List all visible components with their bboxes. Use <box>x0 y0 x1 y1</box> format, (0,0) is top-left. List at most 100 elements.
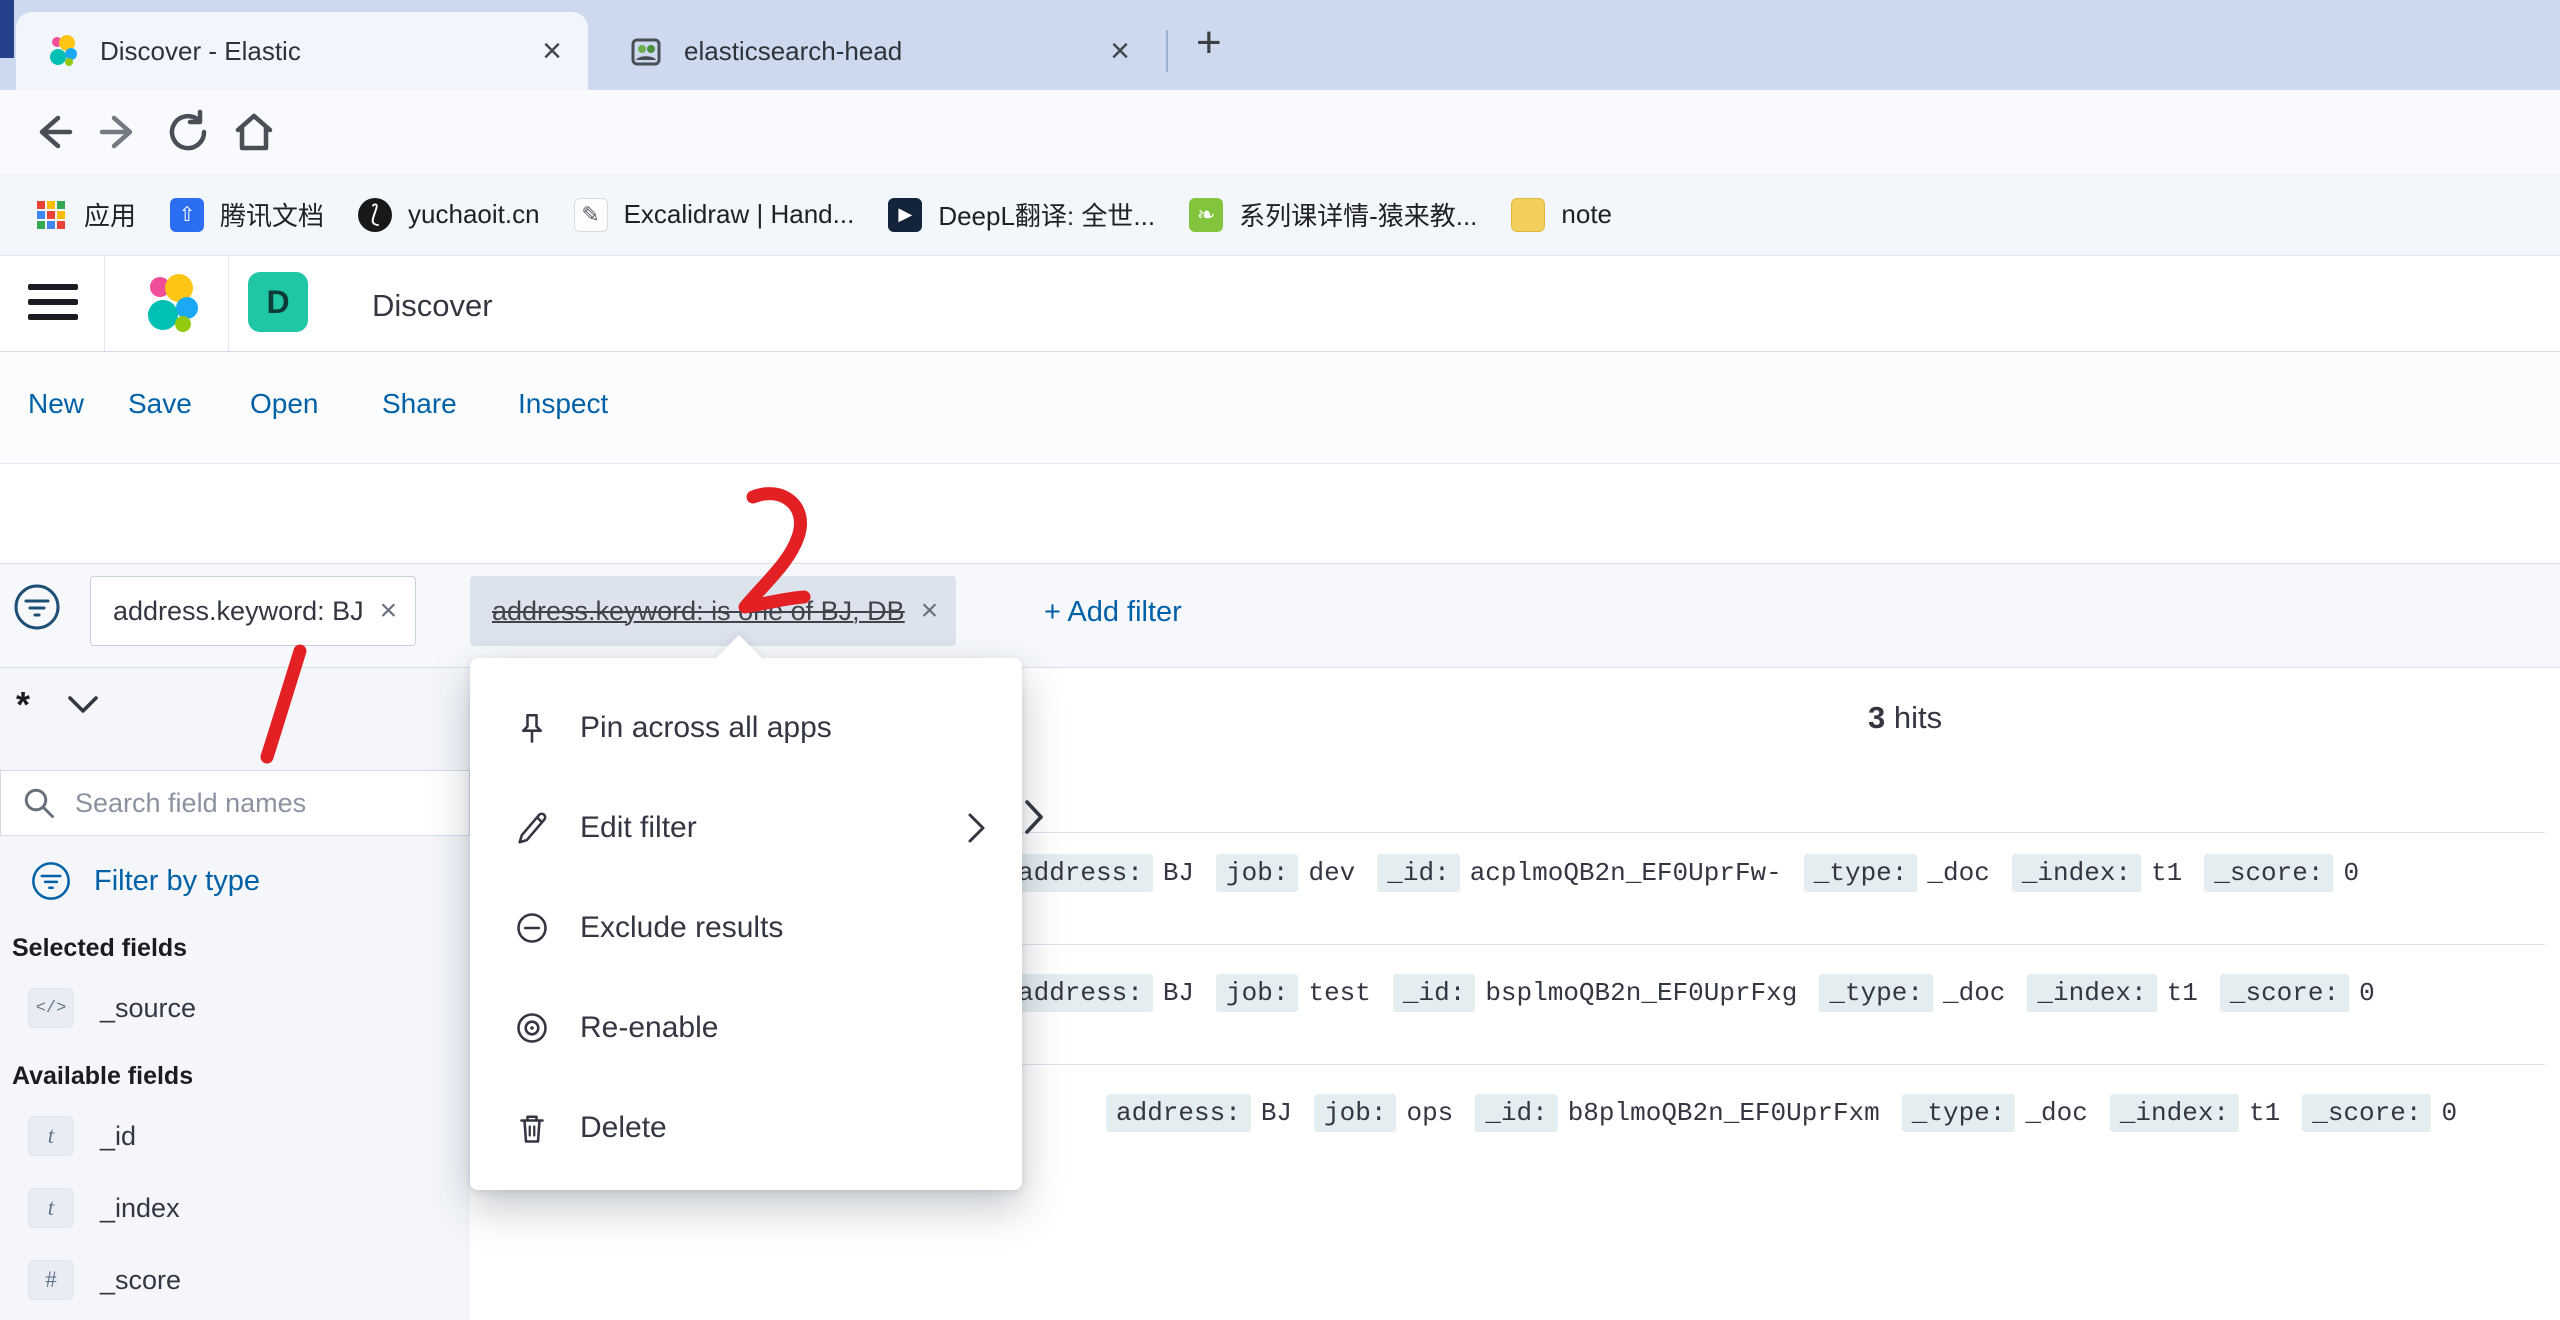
field-badge: address: <box>1008 974 1153 1012</box>
add-filter-button[interactable]: + Add filter <box>1044 596 1182 629</box>
field-item-source[interactable]: </> _source <box>28 988 196 1028</box>
menu-item-re-enable[interactable]: Re-enable <box>470 978 1022 1078</box>
reload-icon[interactable] <box>164 108 212 156</box>
search-icon <box>21 785 57 821</box>
field-name: _index <box>100 1193 180 1224</box>
menu-inspect[interactable]: Inspect <box>518 388 608 420</box>
bookmark-note[interactable]: note <box>1511 198 1612 232</box>
doc-row[interactable]: address:BJjob:dev_id:acplmoQB2n_EF0UprFw… <box>1008 858 2381 888</box>
field-value: BJ <box>1163 978 1194 1008</box>
filter-pill-label: address.keyword: is one of BJ, DB <box>492 596 905 627</box>
forward-icon[interactable] <box>96 108 144 156</box>
tab-elasticsearch-head[interactable]: elasticsearch-head × <box>600 12 1156 90</box>
menu-save[interactable]: Save <box>128 388 192 420</box>
page-title: Discover <box>372 288 493 324</box>
field-badge: _type: <box>1819 974 1933 1012</box>
field-item-id[interactable]: t _id <box>28 1116 136 1156</box>
hits-unit: hits <box>1894 700 1942 735</box>
field-item-score[interactable]: # _score <box>28 1260 181 1300</box>
tab-discover[interactable]: Discover - Elastic × <box>16 12 588 90</box>
tencent-docs-icon: ⇧ <box>170 198 204 232</box>
bookmark-tencent-docs[interactable]: ⇧ 腾讯文档 <box>170 196 324 233</box>
field-search-placeholder: Search field names <box>75 788 306 819</box>
menu-item-exclude-results[interactable]: Exclude results <box>470 878 1022 978</box>
pin-icon <box>514 710 550 746</box>
bookmark-series-course[interactable]: ❧ 系列课详情-猿来教... <box>1189 196 1477 233</box>
home-icon[interactable] <box>230 108 278 156</box>
elastic-logo[interactable] <box>136 270 204 338</box>
field-badge: _type: <box>1804 854 1918 892</box>
re-enable-icon <box>514 1010 550 1046</box>
new-tab-button[interactable]: + <box>1196 18 1222 68</box>
field-value: t1 <box>2249 1098 2280 1128</box>
bookmark-label: Excalidraw | Hand... <box>624 199 855 230</box>
field-badge: address: <box>1106 1094 1251 1132</box>
tab-title: elasticsearch-head <box>684 36 1110 67</box>
field-value: 0 <box>2359 978 2375 1008</box>
discover-top-menu: New Save Open Share Inspect <box>0 352 2560 464</box>
field-value: 0 <box>2343 858 2359 888</box>
filter-funnel-icon[interactable] <box>12 582 62 632</box>
trash-icon <box>514 1110 550 1146</box>
field-badge: _id: <box>1377 854 1459 892</box>
bookmark-excalidraw[interactable]: ✎ Excalidraw | Hand... <box>574 198 855 232</box>
bookmark-yuchaoit[interactable]: ⟅ yuchaoit.cn <box>358 198 540 232</box>
deepl-icon: ▶ <box>888 198 922 232</box>
doc-row[interactable]: address:BJjob:test_id:bsplmoQB2n_EF0UprF… <box>1008 978 2397 1008</box>
excalidraw-icon: ✎ <box>574 198 608 232</box>
query-bar[interactable]: Search <box>0 464 2560 564</box>
menu-hamburger-icon[interactable] <box>28 284 78 324</box>
bookmark-deepl[interactable]: ▶ DeepL翻译: 全世... <box>888 196 1155 233</box>
field-badge: _score: <box>2204 854 2333 892</box>
filter-context-menu: Pin across all apps Edit filter Exclude … <box>470 658 1022 1190</box>
index-pattern-name: * <box>16 684 30 726</box>
menu-item-label: Re-enable <box>580 1011 718 1045</box>
tab-close-icon[interactable]: × <box>1110 34 1130 68</box>
field-value: _doc <box>1927 858 1989 888</box>
remove-filter-icon[interactable]: × <box>380 594 398 628</box>
field-item-index[interactable]: t _index <box>28 1188 180 1228</box>
menu-item-pin[interactable]: Pin across all apps <box>470 678 1022 778</box>
back-icon[interactable] <box>28 108 76 156</box>
menu-item-label: Pin across all apps <box>580 711 832 745</box>
available-fields-heading: Available fields <box>12 1062 193 1091</box>
menu-item-edit-filter[interactable]: Edit filter <box>470 778 1022 878</box>
menu-item-delete[interactable]: Delete <box>470 1078 1022 1178</box>
field-value: t1 <box>2167 978 2198 1008</box>
field-badge: _type: <box>1902 1094 2016 1132</box>
minus-circle-icon <box>514 910 550 946</box>
yuchaoit-icon: ⟅ <box>358 198 392 232</box>
elastic-favicon <box>44 33 80 69</box>
remove-filter-icon[interactable]: × <box>921 594 939 628</box>
tab-close-icon[interactable]: × <box>542 34 562 68</box>
field-value: 0 <box>2441 1098 2457 1128</box>
field-search-input[interactable]: Search field names <box>0 770 470 836</box>
field-value: _doc <box>2025 1098 2087 1128</box>
field-badge: job: <box>1314 1094 1396 1132</box>
menu-new[interactable]: New <box>28 388 84 420</box>
field-badge: _index: <box>2110 1094 2239 1132</box>
apps-grid-icon <box>34 198 68 232</box>
field-value: bsplmoQB2n_EF0UprFxg <box>1485 978 1797 1008</box>
field-name: _score <box>100 1265 181 1296</box>
menu-item-label: Delete <box>580 1111 667 1145</box>
menu-open[interactable]: Open <box>250 388 319 420</box>
filter-pill-disabled[interactable]: address.keyword: is one of BJ, DB × <box>470 576 956 646</box>
field-value: BJ <box>1163 858 1194 888</box>
field-badge: _index: <box>2027 974 2156 1012</box>
index-pattern-selector[interactable]: * <box>16 684 100 726</box>
field-name: _id <box>100 1121 136 1152</box>
filter-by-type-button[interactable]: Filter by type <box>30 860 260 902</box>
bookmark-apps[interactable]: 应用 <box>34 196 136 233</box>
filter-by-type-label: Filter by type <box>94 865 260 898</box>
bookmark-label: yuchaoit.cn <box>408 199 540 230</box>
hits-count: 3 hits <box>1868 700 1942 736</box>
discover-app-icon: D <box>248 272 308 332</box>
expand-row-icon[interactable] <box>1022 798 1046 836</box>
field-name: _source <box>100 993 196 1024</box>
bookmark-label: 应用 <box>84 196 136 233</box>
field-badge: _score: <box>2220 974 2349 1012</box>
filter-pill-enabled[interactable]: address.keyword: BJ × <box>90 576 416 646</box>
menu-share[interactable]: Share <box>382 388 457 420</box>
doc-row[interactable]: address:BJjob:ops_id:b8plmoQB2n_EF0UprFx… <box>1106 1098 2479 1128</box>
